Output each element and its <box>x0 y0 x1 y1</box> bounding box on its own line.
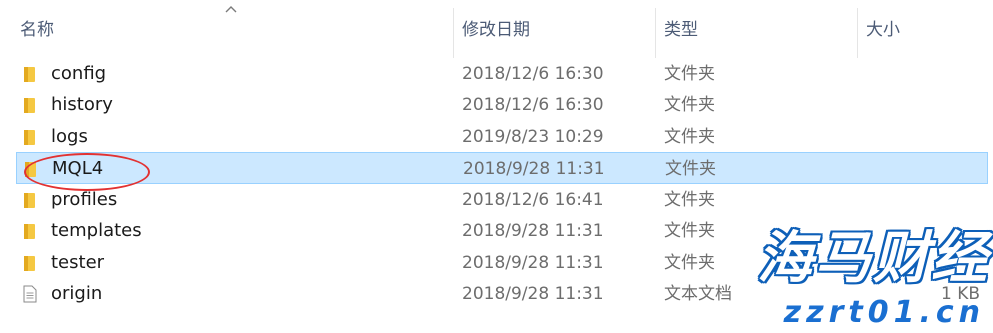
file-date: 2018/9/28 11:31 <box>462 284 604 304</box>
column-header-date[interactable]: 修改日期 <box>462 18 530 42</box>
file-type: 文件夹 <box>665 159 716 179</box>
file-date: 2018/12/6 16:41 <box>462 190 604 210</box>
file-name: tester <box>51 252 105 273</box>
file-type: 文件夹 <box>664 95 715 115</box>
column-header-bar: 名称 修改日期 类型 大小 <box>0 0 993 58</box>
folder-icon <box>24 98 35 113</box>
file-date: 2019/8/23 10:29 <box>462 127 604 147</box>
file-name: profiles <box>51 189 118 210</box>
folder-icon <box>24 224 35 239</box>
file-name: templates <box>51 220 142 241</box>
folder-icon <box>24 256 35 271</box>
file-date: 2018/12/6 16:30 <box>462 95 604 115</box>
file-date: 2018/9/28 11:31 <box>462 221 604 241</box>
file-type: 文本文档 <box>664 284 732 304</box>
folder-icon <box>24 193 35 208</box>
file-name: config <box>51 63 107 84</box>
file-type: 文件夹 <box>664 221 715 241</box>
column-divider[interactable] <box>655 8 656 58</box>
file-date: 2018/9/28 11:31 <box>462 253 604 273</box>
file-row-profiles[interactable]: profiles 2018/12/6 16:41 文件夹 <box>16 184 988 216</box>
column-divider[interactable] <box>857 8 858 58</box>
column-divider[interactable] <box>453 8 454 58</box>
column-header-size[interactable]: 大小 <box>866 18 900 42</box>
file-row-history[interactable]: history 2018/12/6 16:30 文件夹 <box>16 89 988 121</box>
text-file-icon <box>23 285 37 303</box>
file-type: 文件夹 <box>664 253 715 273</box>
file-type: 文件夹 <box>664 190 715 210</box>
watermark: 海马财经 zzrt01.cn <box>733 228 993 333</box>
file-name: logs <box>51 126 88 147</box>
file-row-config[interactable]: config 2018/12/6 16:30 文件夹 <box>16 58 988 90</box>
file-row-mql4[interactable]: MQL4 2018/9/28 11:31 文件夹 <box>16 152 988 184</box>
file-type: 文件夹 <box>664 64 715 84</box>
file-type: 文件夹 <box>664 127 715 147</box>
file-date: 2018/9/28 11:31 <box>463 159 605 179</box>
file-name: origin <box>51 283 103 304</box>
file-name: MQL4 <box>52 158 104 179</box>
file-name: history <box>51 94 113 115</box>
folder-icon <box>24 67 35 82</box>
file-date: 2018/12/6 16:30 <box>462 64 604 84</box>
folder-icon <box>24 130 35 145</box>
file-row-logs[interactable]: logs 2019/8/23 10:29 文件夹 <box>16 121 988 153</box>
column-header-name[interactable]: 名称 <box>20 18 54 42</box>
chevron-up-icon <box>225 6 237 13</box>
watermark-url: zzrt01.cn <box>783 295 985 330</box>
folder-icon <box>25 162 36 177</box>
watermark-brand: 海马财经 <box>757 226 989 291</box>
column-header-type[interactable]: 类型 <box>664 18 698 42</box>
